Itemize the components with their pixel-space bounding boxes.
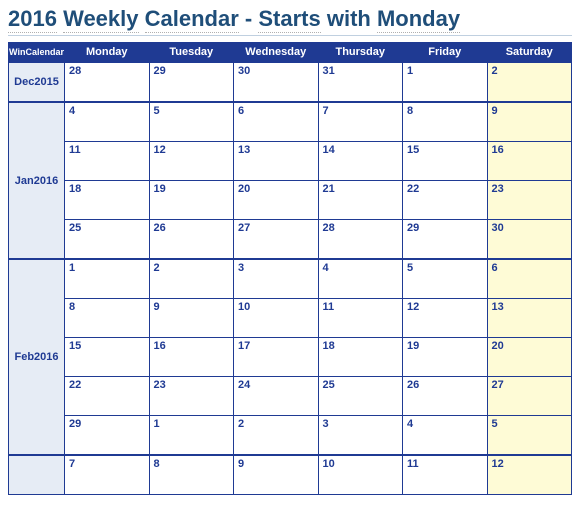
day-cell: 17 <box>234 338 319 377</box>
day-cell: 13 <box>234 142 319 181</box>
day-cell: 30 <box>487 220 572 260</box>
day-cell: 8 <box>149 455 234 495</box>
day-header-thu: Thursday <box>318 43 403 63</box>
day-cell: 11 <box>65 142 150 181</box>
week-row: Dec2015 28 29 30 31 1 2 <box>9 62 572 102</box>
day-cell: 1 <box>149 416 234 456</box>
day-cell: 5 <box>149 102 234 142</box>
day-cell: 12 <box>149 142 234 181</box>
day-cell: 30 <box>234 62 319 102</box>
week-row: Jan2016 4 5 6 7 8 9 <box>9 102 572 142</box>
day-cell: 27 <box>234 220 319 260</box>
calendar-header-row: WinCalendar Monday Tuesday Wednesday Thu… <box>9 43 572 63</box>
day-cell: 24 <box>234 377 319 416</box>
day-cell: 18 <box>65 181 150 220</box>
day-cell: 8 <box>65 299 150 338</box>
day-cell: 16 <box>149 338 234 377</box>
day-cell: 28 <box>318 220 403 260</box>
month-label-feb2016: Feb2016 <box>9 259 65 455</box>
day-cell: 31 <box>318 62 403 102</box>
day-cell: 29 <box>403 220 488 260</box>
day-cell: 3 <box>234 259 319 299</box>
day-cell: 2 <box>487 62 572 102</box>
day-cell: 7 <box>318 102 403 142</box>
week-row: 25 26 27 28 29 30 <box>9 220 572 260</box>
day-cell: 19 <box>403 338 488 377</box>
day-cell: 1 <box>65 259 150 299</box>
month-label-next <box>9 455 65 495</box>
week-row: 22 23 24 25 26 27 <box>9 377 572 416</box>
day-cell: 10 <box>234 299 319 338</box>
corner-label: WinCalendar <box>9 43 65 63</box>
day-cell: 11 <box>318 299 403 338</box>
day-cell: 20 <box>234 181 319 220</box>
day-cell: 7 <box>65 455 150 495</box>
page-title: 2016 Weekly Calendar - Starts with Monda… <box>8 6 572 36</box>
week-row: 7 8 9 10 11 12 <box>9 455 572 495</box>
day-cell: 1 <box>403 62 488 102</box>
day-cell: 9 <box>234 455 319 495</box>
day-cell: 3 <box>318 416 403 456</box>
day-cell: 14 <box>318 142 403 181</box>
day-cell: 20 <box>487 338 572 377</box>
day-cell: 6 <box>234 102 319 142</box>
day-cell: 11 <box>403 455 488 495</box>
day-cell: 29 <box>65 416 150 456</box>
day-cell: 8 <box>403 102 488 142</box>
day-cell: 4 <box>318 259 403 299</box>
day-cell: 25 <box>65 220 150 260</box>
day-cell: 12 <box>403 299 488 338</box>
day-cell: 2 <box>234 416 319 456</box>
day-cell: 9 <box>487 102 572 142</box>
day-cell: 6 <box>487 259 572 299</box>
day-header-mon: Monday <box>65 43 150 63</box>
day-cell: 15 <box>403 142 488 181</box>
week-row: 8 9 10 11 12 13 <box>9 299 572 338</box>
day-cell: 22 <box>65 377 150 416</box>
day-cell: 16 <box>487 142 572 181</box>
day-cell: 26 <box>403 377 488 416</box>
week-row: 15 16 17 18 19 20 <box>9 338 572 377</box>
day-cell: 18 <box>318 338 403 377</box>
day-cell: 4 <box>403 416 488 456</box>
day-cell: 19 <box>149 181 234 220</box>
day-cell: 2 <box>149 259 234 299</box>
month-label-dec2015: Dec2015 <box>9 62 65 102</box>
day-cell: 29 <box>149 62 234 102</box>
day-header-tue: Tuesday <box>149 43 234 63</box>
day-cell: 9 <box>149 299 234 338</box>
day-cell: 25 <box>318 377 403 416</box>
day-cell: 21 <box>318 181 403 220</box>
calendar-table: WinCalendar Monday Tuesday Wednesday Thu… <box>8 42 572 495</box>
day-cell: 26 <box>149 220 234 260</box>
day-cell: 5 <box>487 416 572 456</box>
day-header-wed: Wednesday <box>234 43 319 63</box>
day-cell: 4 <box>65 102 150 142</box>
day-cell: 15 <box>65 338 150 377</box>
day-cell: 10 <box>318 455 403 495</box>
day-cell: 27 <box>487 377 572 416</box>
week-row: Feb2016 1 2 3 4 5 6 <box>9 259 572 299</box>
day-header-sat: Saturday <box>487 43 572 63</box>
week-row: 29 1 2 3 4 5 <box>9 416 572 456</box>
day-cell: 12 <box>487 455 572 495</box>
day-cell: 5 <box>403 259 488 299</box>
week-row: 18 19 20 21 22 23 <box>9 181 572 220</box>
day-cell: 28 <box>65 62 150 102</box>
day-cell: 13 <box>487 299 572 338</box>
day-cell: 22 <box>403 181 488 220</box>
day-cell: 23 <box>149 377 234 416</box>
month-label-jan2016: Jan2016 <box>9 102 65 259</box>
day-cell: 23 <box>487 181 572 220</box>
week-row: 11 12 13 14 15 16 <box>9 142 572 181</box>
day-header-fri: Friday <box>403 43 488 63</box>
